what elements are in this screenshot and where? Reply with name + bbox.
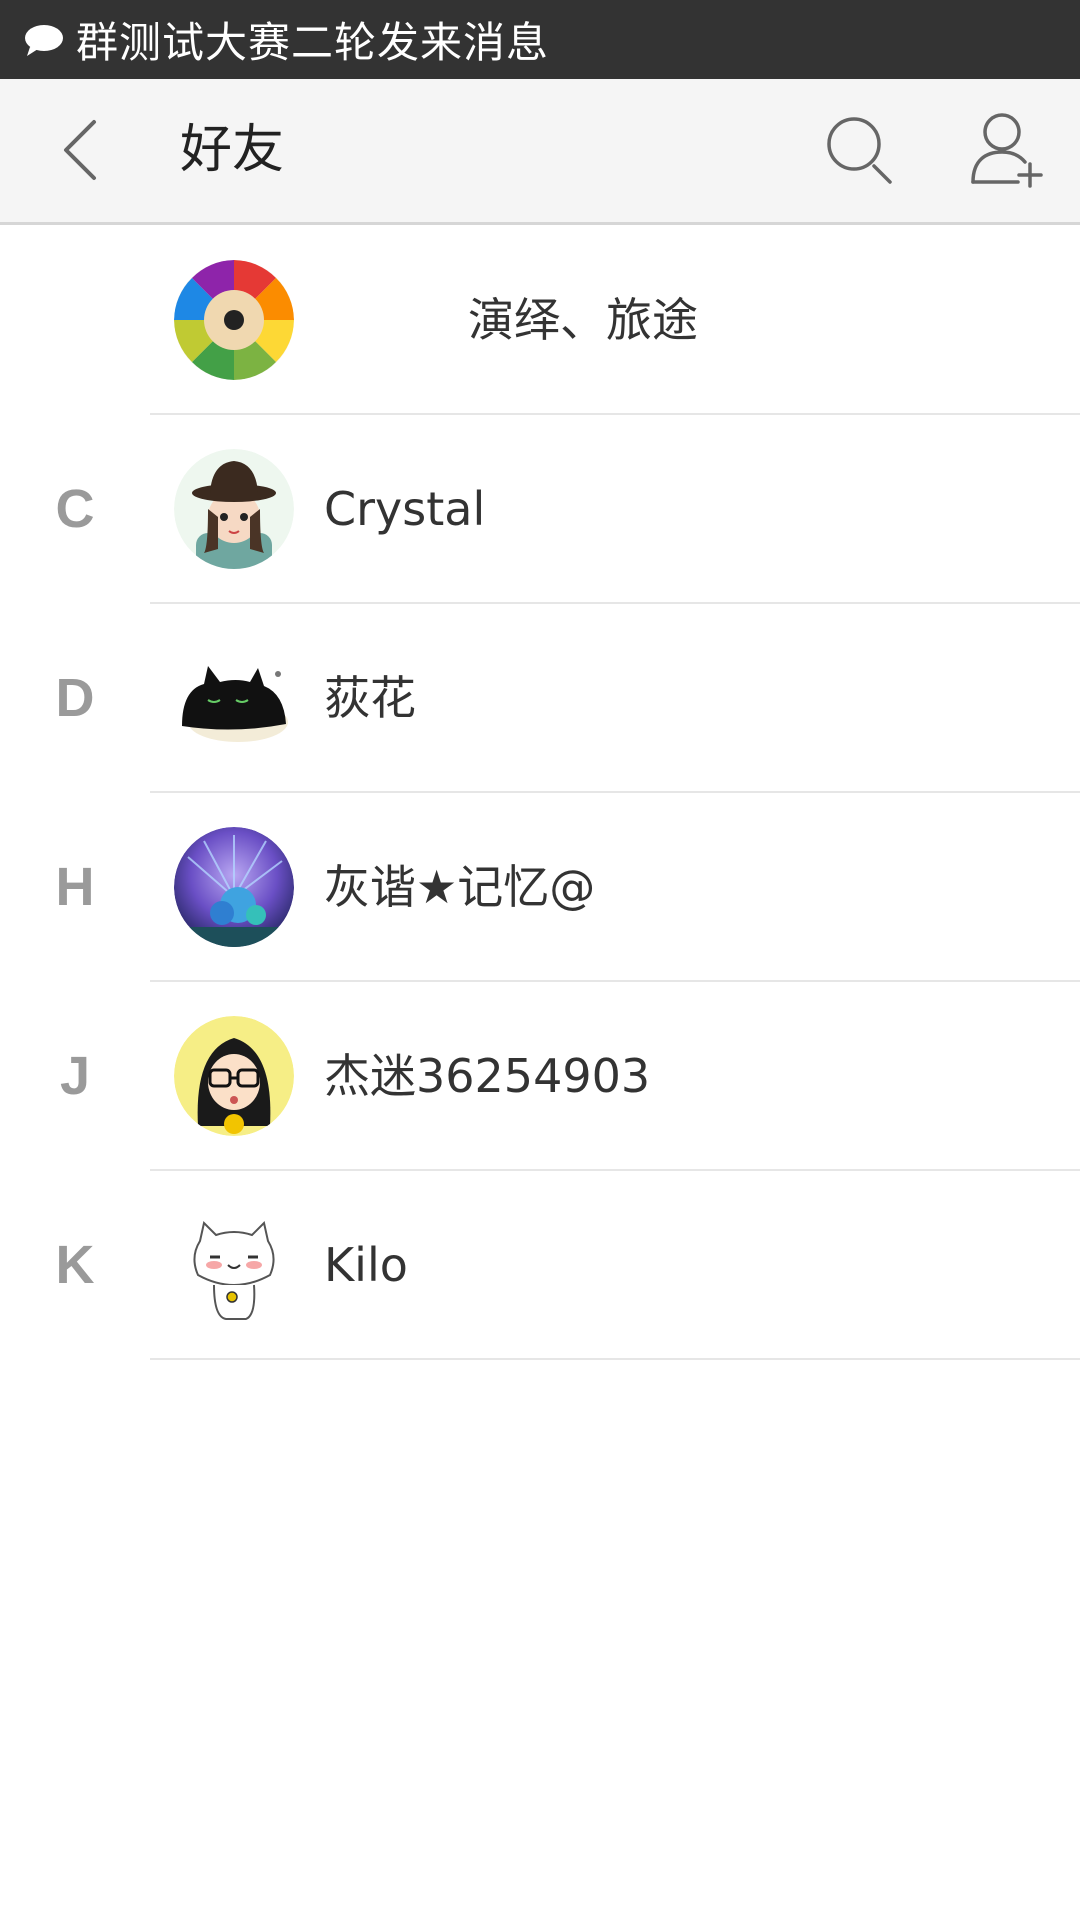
blue-flower-avatar bbox=[174, 827, 294, 947]
friend-row[interactable]: 演绎、旅途 bbox=[0, 226, 1080, 415]
friend-name: 灰谐★记忆@ bbox=[324, 860, 596, 914]
status-bar: 群测试大赛二轮发来消息 bbox=[0, 0, 1080, 79]
row-divider bbox=[150, 1358, 1080, 1360]
friend-row[interactable]: J 杰迷36254903 bbox=[0, 982, 1080, 1171]
cartoon-cat-avatar bbox=[174, 1205, 294, 1325]
friend-name: Kilo bbox=[324, 1238, 408, 1292]
index-letter: D bbox=[55, 668, 95, 728]
index-letter: C bbox=[55, 479, 95, 539]
cartoon-glasses-avatar bbox=[174, 1016, 294, 1136]
notification-text: 群测试大赛二轮发来消息 bbox=[76, 18, 550, 67]
chat-bubble-icon bbox=[22, 18, 66, 62]
back-button[interactable] bbox=[48, 116, 112, 188]
friend-row[interactable]: C Crystal bbox=[0, 415, 1080, 604]
friend-row[interactable]: H 灰谐★记忆@ bbox=[0, 793, 1080, 982]
friend-name: Crystal bbox=[324, 482, 486, 536]
index-letter: H bbox=[55, 857, 95, 917]
search-icon bbox=[824, 114, 896, 190]
girl-hat-avatar bbox=[174, 449, 294, 569]
search-button[interactable] bbox=[820, 112, 900, 192]
index-letter bbox=[45, 226, 105, 415]
friend-name: 荻花 bbox=[324, 671, 416, 725]
black-cat-avatar bbox=[174, 638, 294, 758]
friend-row[interactable]: K Kilo bbox=[0, 1171, 1080, 1360]
add-friend-button[interactable] bbox=[966, 109, 1050, 193]
chevron-left-icon bbox=[60, 118, 100, 186]
friend-list: 演绎、旅途 C Crystal D 荻花 H 灰谐★记忆@ J 杰迷362549… bbox=[0, 226, 1080, 1360]
colored-pencils-avatar bbox=[174, 260, 294, 380]
friend-name: 杰迷36254903 bbox=[324, 1049, 651, 1103]
app-header: 好友 bbox=[0, 79, 1080, 225]
add-user-icon bbox=[970, 110, 1046, 192]
page-title: 好友 bbox=[180, 120, 285, 180]
friend-row[interactable]: D 荻花 bbox=[0, 604, 1080, 793]
index-letter: K bbox=[55, 1235, 95, 1295]
friend-name: 演绎、旅途 bbox=[468, 293, 698, 347]
index-letter: J bbox=[59, 1046, 91, 1106]
